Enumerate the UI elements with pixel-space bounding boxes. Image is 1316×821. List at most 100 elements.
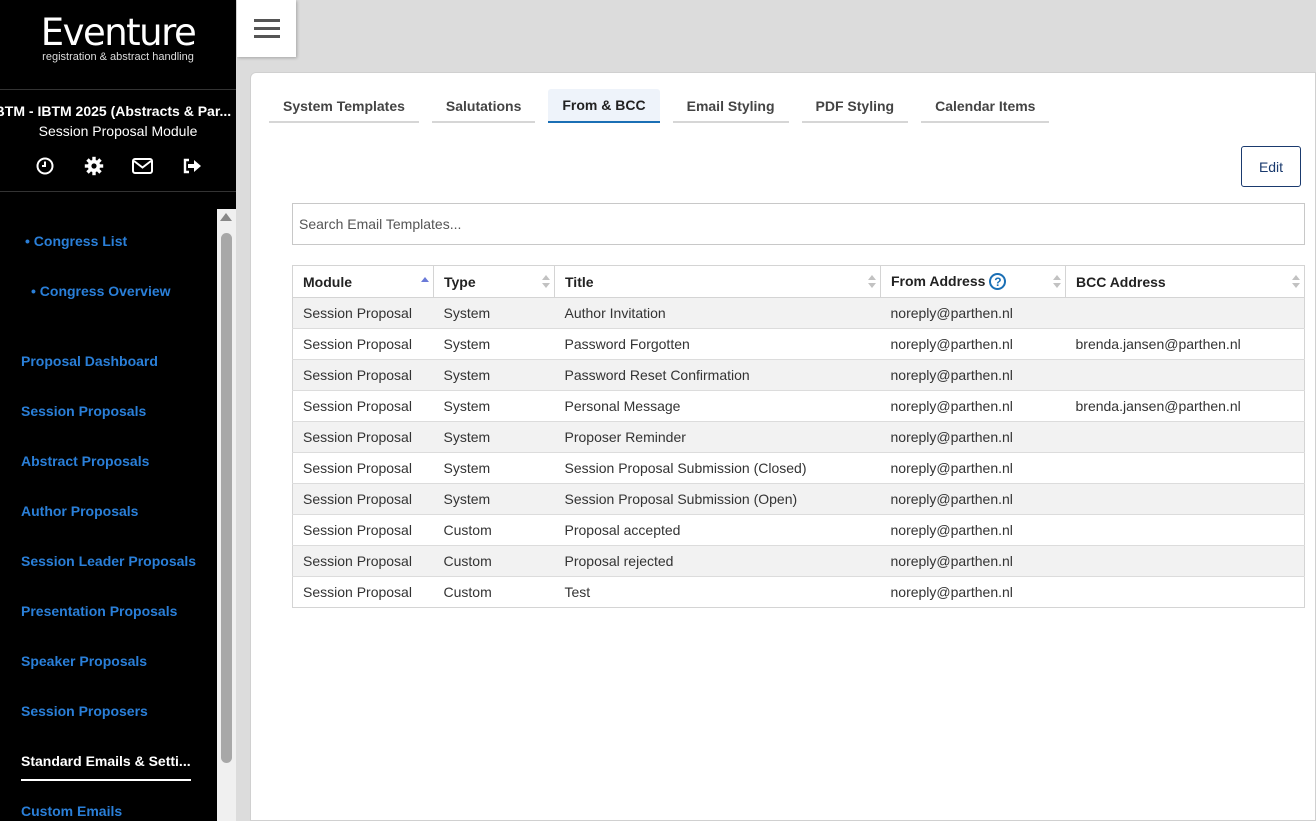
- table-body: Session Proposal System Author Invitation n…: [292, 297, 1305, 608]
- active-nav-indicator: [21, 779, 191, 781]
- sidebar-icon-bar: [0, 141, 236, 192]
- table-cell-module: Session Proposal: [292, 328, 434, 360]
- table-cell-from-address: noreply@parthen.nl: [880, 359, 1066, 391]
- gear-icon[interactable]: [83, 155, 105, 177]
- table-cell-module: Session Proposal: [292, 514, 434, 546]
- table-cell-from-address: noreply@parthen.nl: [880, 297, 1066, 329]
- table-row[interactable]: Session Proposal System Password Reset Con…: [292, 359, 1305, 391]
- nav-session-proposals[interactable]: Session Proposals: [21, 403, 146, 419]
- table-cell-title: Personal Message: [554, 390, 881, 422]
- column-header-label: From Address: [891, 272, 986, 289]
- tab-system-templates[interactable]: System Templates: [269, 87, 419, 123]
- edit-button[interactable]: Edit: [1241, 146, 1301, 187]
- table-row[interactable]: Session Proposal System Proposer Reminder n…: [292, 421, 1305, 453]
- table-cell-from-address: noreply@parthen.nl: [880, 483, 1066, 515]
- sidebar-scrollbar[interactable]: [217, 209, 236, 821]
- table-cell-type: Custom: [433, 576, 555, 608]
- table-row[interactable]: Session Proposal Custom Test noreply@parthe…: [292, 576, 1305, 608]
- table-cell-type: System: [433, 452, 555, 484]
- table-row[interactable]: Session Proposal System Author Invitation n…: [292, 297, 1305, 329]
- nav-custom-emails[interactable]: Custom Emails: [21, 803, 122, 819]
- sort-icon: [1292, 275, 1300, 289]
- table-cell-type: Custom: [433, 545, 555, 577]
- table-header-row: Module Type Title From Address? BCC Addr…: [292, 265, 1305, 298]
- table-cell-module: Session Proposal: [292, 359, 434, 391]
- table-row[interactable]: Session Proposal Custom Proposal accepted n…: [292, 514, 1305, 546]
- table-cell-from-address: noreply@parthen.nl: [880, 576, 1066, 608]
- column-header-module[interactable]: Module: [292, 265, 434, 298]
- table-row[interactable]: Session Proposal System Session Proposal S…: [292, 483, 1305, 515]
- congress-title: IBTM - IBTM 2025 (Abstracts & Par...: [0, 103, 232, 119]
- table-cell-from-address: noreply@parthen.nl: [880, 452, 1066, 484]
- nav-author-proposals[interactable]: Author Proposals: [21, 503, 138, 519]
- search-input[interactable]: [292, 203, 1305, 245]
- table-cell-bcc-address: [1065, 297, 1305, 329]
- email-templates-table: Module Type Title From Address? BCC Addr…: [292, 265, 1305, 608]
- table-cell-module: Session Proposal: [292, 421, 434, 453]
- table-cell-from-address: noreply@parthen.nl: [880, 545, 1066, 577]
- nav-abstract-proposals[interactable]: Abstract Proposals: [21, 453, 149, 469]
- table-cell-bcc-address: brenda.jansen@parthen.nl: [1065, 328, 1305, 360]
- nav-session-proposers[interactable]: Session Proposers: [21, 703, 148, 719]
- main-panel: System Templates Salutations From & BCC …: [250, 72, 1316, 821]
- table-cell-bcc-address: [1065, 576, 1305, 608]
- tab-salutations[interactable]: Salutations: [431, 87, 536, 123]
- nav-congress-overview[interactable]: • Congress Overview: [31, 283, 171, 299]
- module-name: Session Proposal Module: [38, 123, 198, 139]
- clock-icon[interactable]: [34, 155, 56, 177]
- table-cell-title: Proposer Reminder: [554, 421, 881, 453]
- column-header-label: Title: [565, 273, 594, 290]
- nav-presentation-proposals[interactable]: Presentation Proposals: [21, 603, 177, 619]
- column-header-bcc-address[interactable]: BCC Address: [1065, 265, 1305, 298]
- table-cell-title: Password Forgotten: [554, 328, 881, 360]
- sort-icon: [868, 275, 876, 289]
- column-header-title[interactable]: Title: [554, 265, 881, 298]
- sort-icon: [542, 275, 550, 289]
- scroll-up-arrow-icon[interactable]: [220, 213, 232, 221]
- table-row[interactable]: Session Proposal Custom Proposal rejected n…: [292, 545, 1305, 577]
- table-cell-module: Session Proposal: [292, 390, 434, 422]
- table-cell-module: Session Proposal: [292, 452, 434, 484]
- envelope-icon[interactable]: [132, 155, 154, 177]
- table-cell-from-address: noreply@parthen.nl: [880, 390, 1066, 422]
- settings-tabs: System Templates Salutations From & BCC …: [269, 87, 1062, 123]
- tab-pdf-styling[interactable]: PDF Styling: [801, 87, 909, 123]
- table-cell-title: Session Proposal Submission (Open): [554, 483, 881, 515]
- table-cell-module: Session Proposal: [292, 576, 434, 608]
- logo-tagline: registration & abstract handling: [42, 51, 194, 63]
- hamburger-icon: [253, 19, 280, 22]
- table-cell-from-address: noreply@parthen.nl: [880, 328, 1066, 360]
- logo[interactable]: Eventure registration & abstract handlin…: [0, 0, 236, 90]
- hamburger-icon-line: [253, 27, 280, 30]
- sort-icon: [1053, 275, 1061, 289]
- scrollbar-thumb[interactable]: [221, 233, 232, 763]
- nav-speaker-proposals[interactable]: Speaker Proposals: [21, 653, 147, 669]
- menu-toggle-button[interactable]: [237, 0, 296, 57]
- nav-standard-emails-settings[interactable]: Standard Emails & Setti...: [21, 753, 191, 769]
- table-cell-type: Custom: [433, 514, 555, 546]
- table-cell-title: Password Reset Confirmation: [554, 359, 881, 391]
- column-header-label: Module: [303, 273, 352, 290]
- nav-congress-list[interactable]: • Congress List: [25, 233, 127, 249]
- logout-icon[interactable]: [181, 155, 203, 177]
- help-icon[interactable]: ?: [989, 273, 1007, 291]
- column-header-type[interactable]: Type: [433, 265, 555, 298]
- table-cell-bcc-address: brenda.jansen@parthen.nl: [1065, 390, 1305, 422]
- table-cell-title: Test: [554, 576, 881, 608]
- table-row[interactable]: Session Proposal System Password Forgotten…: [292, 328, 1305, 360]
- table-row[interactable]: Session Proposal System Session Proposal S…: [292, 452, 1305, 484]
- tab-email-styling[interactable]: Email Styling: [672, 87, 789, 123]
- table-cell-title: Session Proposal Submission (Closed): [554, 452, 881, 484]
- tab-calendar-items[interactable]: Calendar Items: [921, 87, 1050, 123]
- table-cell-title: Proposal accepted: [554, 514, 881, 546]
- nav-session-leader-proposals[interactable]: Session Leader Proposals: [21, 553, 196, 569]
- table-cell-title: Author Invitation: [554, 297, 881, 329]
- table-cell-type: System: [433, 359, 555, 391]
- tab-from-bcc[interactable]: From & BCC: [548, 89, 660, 123]
- nav-proposal-dashboard[interactable]: Proposal Dashboard: [21, 353, 158, 369]
- table-cell-module: Session Proposal: [292, 483, 434, 515]
- sidebar-nav: • Congress List • Congress Overview Prop…: [0, 209, 217, 821]
- column-header-from-address[interactable]: From Address?: [880, 265, 1066, 298]
- table-row[interactable]: Session Proposal System Personal Message no…: [292, 390, 1305, 422]
- table-cell-type: System: [433, 328, 555, 360]
